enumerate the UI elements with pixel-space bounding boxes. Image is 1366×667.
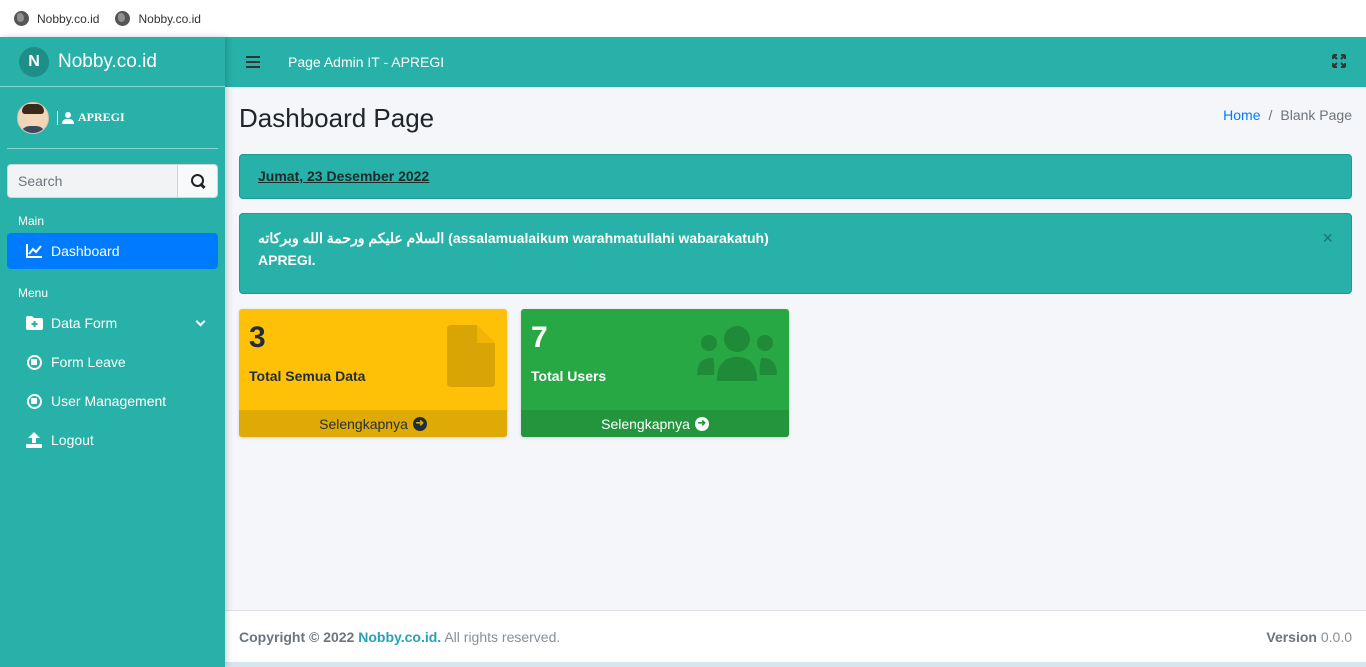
page-title: Dashboard Page <box>239 103 435 133</box>
circle-stop-icon <box>26 393 42 409</box>
version-value: 0.0.0 <box>1320 628 1352 645</box>
footer-brand-link[interactable]: Nobby.co.id. <box>358 629 441 645</box>
breadcrumb-separator: / <box>1268 107 1273 123</box>
version: Version 0.0.0 <box>1266 629 1352 645</box>
sidebar-item-data-form[interactable]: Data Form <box>7 305 218 341</box>
box-value: 7 <box>531 321 548 354</box>
chart-line-icon <box>25 243 43 259</box>
close-icon[interactable]: × <box>1322 227 1333 249</box>
greeting-text: السلام عليكم ورحمة الله وبركاته (assalam… <box>258 230 769 246</box>
breadcrumb-home[interactable]: Home <box>1223 107 1260 123</box>
avatar[interactable] <box>17 101 49 134</box>
bookmark-label: Nobby.co.id <box>37 11 100 26</box>
box-label: Total Users <box>531 368 607 384</box>
bookmark-item[interactable]: Nobby.co.id <box>115 11 201 26</box>
rights-text: All rights reserved. <box>444 628 561 645</box>
breadcrumb: Home / Blank Page <box>1223 107 1352 123</box>
upload-icon <box>25 432 43 448</box>
search-input[interactable] <box>7 164 177 198</box>
bookmarks-bar: Nobby.co.id Nobby.co.id <box>0 0 1366 37</box>
sidebar-item-label: Dashboard <box>51 243 120 259</box>
circle-stop-icon <box>26 354 42 370</box>
brand-link[interactable]: N Nobby.co.id <box>0 37 225 87</box>
box-value: 3 <box>249 321 266 354</box>
box-more-link[interactable]: Selengkapnya ➜ <box>239 410 507 437</box>
user-name: APREGI <box>78 110 125 124</box>
bookmark-item[interactable]: Nobby.co.id <box>14 11 99 26</box>
users-icon <box>697 325 777 386</box>
small-box-total-users: 7 Total Users Selengkapnya ➜ <box>521 309 789 437</box>
globe-icon <box>14 11 29 26</box>
folder-plus-icon <box>25 315 43 331</box>
greeting-alert: السلام عليكم ورحمة الله وبركاته (assalam… <box>239 213 1352 294</box>
main-footer: Copyright © 2022 Nobby.co.id. All rights… <box>225 610 1366 662</box>
date-text: Jumat, 23 Desember 2022 <box>258 168 430 184</box>
fullscreen-icon[interactable] <box>1332 54 1346 68</box>
sidebar-item-user-management[interactable]: User Management <box>7 383 218 419</box>
sidebar-item-dashboard[interactable]: Dashboard <box>7 233 218 269</box>
sidebar: N Nobby.co.id APREGI Main Dashboard Menu… <box>0 37 225 667</box>
box-label: Total Semua Data <box>249 368 366 384</box>
top-navbar: Page Admin IT - APREGI <box>225 37 1366 87</box>
hamburger-menu-icon[interactable] <box>246 56 260 68</box>
greeting-user: APREGI. <box>258 252 316 268</box>
chevron-down-icon <box>195 316 206 327</box>
box-more-link[interactable]: Selengkapnya ➜ <box>521 410 789 437</box>
date-alert: Jumat, 23 Desember 2022 <box>239 154 1352 199</box>
bookmark-label: Nobby.co.id <box>138 11 201 26</box>
box-link-label: Selengkapnya <box>319 415 408 432</box>
globe-icon <box>115 11 131 26</box>
user-name-link[interactable]: APREGI <box>57 110 125 125</box>
search-icon <box>190 174 205 188</box>
copyright: Copyright © 2022 Nobby.co.id. All rights… <box>239 629 560 645</box>
sidebar-search <box>7 164 218 198</box>
arrow-circle-right-icon: ➜ <box>412 416 427 431</box>
file-icon <box>447 325 495 392</box>
sidebar-item-label: Logout <box>51 432 94 448</box>
nav-header-main: Main <box>18 214 45 228</box>
user-icon <box>62 111 74 124</box>
sidebar-item-label: Form Leave <box>51 354 126 370</box>
navbar-title[interactable]: Page Admin IT - APREGI <box>288 54 444 70</box>
sidebar-item-logout[interactable]: Logout <box>7 422 218 458</box>
sidebar-item-form-leave[interactable]: Form Leave <box>7 344 218 380</box>
small-box-total-data: 3 Total Semua Data Selengkapnya ➜ <box>239 309 507 437</box>
arrow-circle-right-icon: ➜ <box>694 416 709 431</box>
brand-logo: N <box>19 46 49 77</box>
nav-header-menu: Menu <box>18 286 49 300</box>
copyright-text: Copyright © 2022 <box>239 628 355 645</box>
user-panel: APREGI <box>7 87 218 149</box>
main-content: Dashboard Page Home / Blank Page Jumat, … <box>225 87 1366 610</box>
brand-name: Nobby.co.id <box>58 50 157 72</box>
breadcrumb-current: Blank Page <box>1280 107 1352 123</box>
box-link-label: Selengkapnya <box>601 415 690 432</box>
sidebar-item-label: User Management <box>51 393 167 409</box>
version-label: Version <box>1266 628 1317 645</box>
sidebar-item-label: Data Form <box>51 315 118 331</box>
search-button[interactable] <box>177 164 218 198</box>
